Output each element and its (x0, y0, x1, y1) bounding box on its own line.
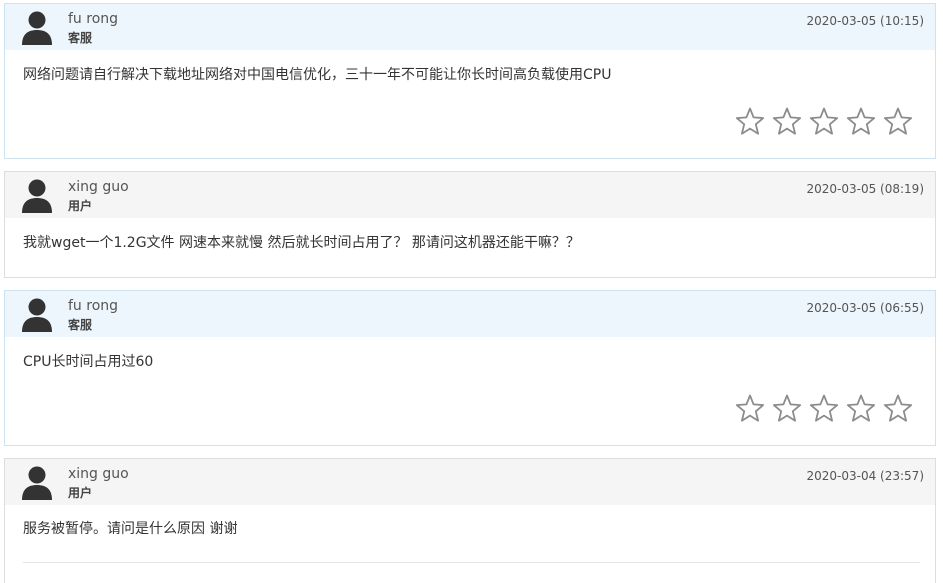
reply-header: fu rong 客服 2020-03-05 (06:55) (5, 291, 935, 337)
star-outline-icon[interactable] (809, 394, 839, 423)
reply-user: xing guo 用户 2020-03-04 (23:57) 服务被暂停。请问是… (4, 458, 936, 583)
star-outline-icon[interactable] (735, 394, 765, 423)
star-outline-icon[interactable] (735, 107, 765, 136)
reply-date: 2020-03-05 (10:15) (806, 14, 925, 28)
reply-header: xing guo 用户 2020-03-04 (23:57) (5, 459, 935, 505)
reply-author-role: 客服 (68, 31, 93, 45)
reply-rating[interactable] (735, 394, 913, 423)
reply-header: xing guo 用户 2020-03-05 (08:19) (5, 172, 935, 218)
star-outline-icon[interactable] (772, 394, 802, 423)
star-outline-icon[interactable] (846, 394, 876, 423)
reply-author-name: fu rong (68, 298, 119, 314)
reply-date: 2020-03-05 (08:19) (806, 182, 925, 196)
reply-message: CPU长时间占用过60 (23, 354, 154, 370)
reply-date: 2020-03-05 (06:55) (806, 301, 925, 315)
reply-author-role: 用户 (68, 486, 93, 500)
reply-author-name: xing guo (68, 179, 129, 195)
user-silhouette-icon (22, 179, 52, 213)
reply-staff: fu rong 客服 2020-03-05 (06:55) CPU长时间占用过6… (4, 290, 936, 446)
reply-author-role: 客服 (68, 318, 93, 332)
star-outline-icon[interactable] (846, 107, 876, 136)
reply-author-name: xing guo (68, 466, 129, 482)
reply-staff: fu rong 客服 2020-03-05 (10:15) 网络问题请自行解决下… (4, 3, 936, 159)
user-silhouette-icon (22, 466, 52, 500)
reply-date: 2020-03-04 (23:57) (806, 469, 925, 483)
user-silhouette-icon (22, 298, 52, 332)
reply-header: fu rong 客服 2020-03-05 (10:15) (5, 4, 935, 50)
reply-author-role: 用户 (68, 199, 93, 213)
reply-message: 服务被暂停。请问是什么原因 谢谢 (23, 521, 238, 537)
star-outline-icon[interactable] (883, 394, 913, 423)
reply-author-name: fu rong (68, 11, 119, 27)
star-outline-icon[interactable] (883, 107, 913, 136)
star-outline-icon[interactable] (809, 107, 839, 136)
reply-rating[interactable] (735, 107, 913, 136)
user-silhouette-icon (22, 11, 52, 45)
divider (23, 562, 920, 563)
reply-message: 我就wget一个1.2G文件 网速本来就慢 然后就长时间占用了？ 那请问这机器还… (23, 235, 580, 251)
reply-user: xing guo 用户 2020-03-05 (08:19) 我就wget一个1… (4, 171, 936, 278)
star-outline-icon[interactable] (772, 107, 802, 136)
reply-message: 网络问题请自行解决下载地址网络对中国电信优化，三十一年不可能让你长时间高负载使用… (23, 67, 612, 83)
